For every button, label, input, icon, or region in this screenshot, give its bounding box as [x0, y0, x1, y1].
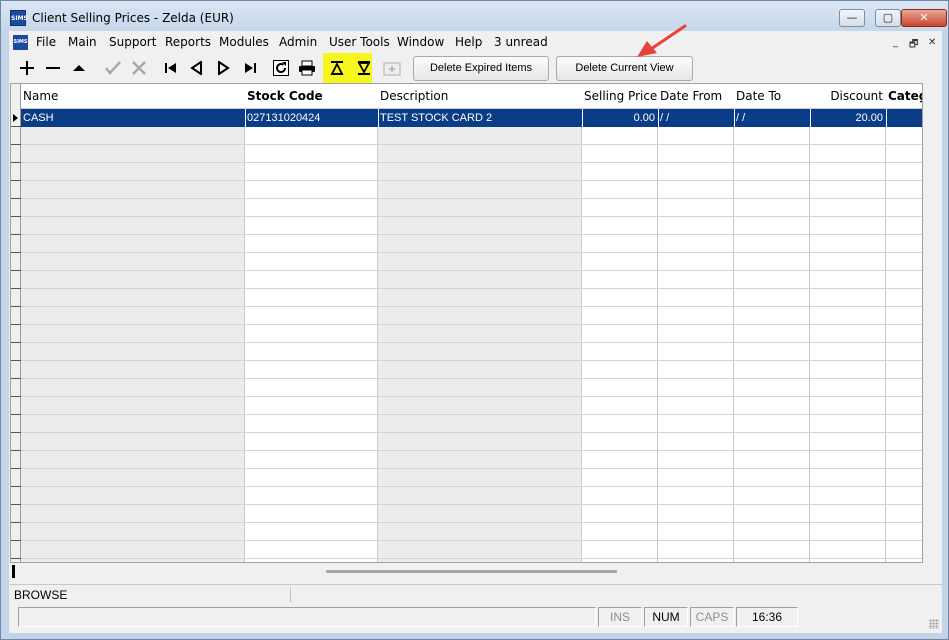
delete-expired-items-button[interactable]: Delete Expired Items — [413, 56, 549, 81]
toolbar: Delete Expired Items Delete Current View — [9, 53, 942, 83]
menu-file[interactable]: File — [36, 35, 56, 49]
status-ins: INS — [598, 607, 642, 627]
sims-menu-icon[interactable]: SIMS — [13, 35, 28, 50]
caret-up-icon — [73, 65, 85, 71]
window-title: Client Selling Prices - Zelda (EUR) — [32, 11, 234, 25]
prior-icon — [190, 61, 202, 75]
status-divider — [290, 587, 291, 602]
header-discount[interactable]: Discount — [810, 84, 886, 109]
print-button[interactable] — [297, 57, 317, 79]
status-time: 16:36 — [736, 607, 798, 627]
mdi-restore-button[interactable]: 🗗 — [909, 37, 918, 54]
cell-stock-code[interactable]: 027131020424 — [245, 109, 378, 127]
minimize-button[interactable]: — — [839, 9, 865, 27]
close-button[interactable]: ✕ — [901, 9, 947, 27]
cell-date-to[interactable]: / / — [734, 109, 810, 127]
horizontal-scrollbar[interactable] — [10, 563, 942, 580]
menu-unread[interactable]: 3 unread — [494, 35, 548, 49]
printer-icon — [299, 60, 315, 76]
check-icon — [105, 61, 121, 75]
cell-date-from[interactable]: / / — [658, 109, 734, 127]
header-selling-price[interactable]: Selling Price — [582, 84, 658, 109]
status-bar: INS NUM CAPS 16:36 — [10, 603, 942, 633]
next-record-button[interactable] — [213, 57, 233, 79]
header-description[interactable]: Description — [378, 84, 582, 109]
cell-description[interactable]: TEST STOCK CARD 2 — [378, 109, 582, 127]
client-area: SIMS File Main Support Reports Modules A… — [9, 31, 942, 633]
status-num: NUM — [644, 607, 688, 627]
mdi-close-button[interactable]: ✕ — [928, 37, 936, 48]
cell-category[interactable] — [886, 109, 922, 127]
status-caps: CAPS — [690, 607, 734, 627]
menu-user-tools[interactable]: User Tools — [329, 35, 390, 49]
next-icon — [218, 61, 230, 75]
first-icon — [165, 63, 176, 73]
prices-grid[interactable]: Name Stock Code Description Selling Pric… — [10, 83, 923, 563]
add-record-button[interactable] — [17, 57, 37, 79]
refresh-icon — [273, 60, 289, 76]
menu-main[interactable]: Main — [68, 35, 97, 49]
cancel-button[interactable] — [129, 57, 149, 79]
vertical-scroll-area[interactable] — [924, 83, 942, 563]
delete-record-button[interactable] — [43, 57, 63, 79]
indicator-gridlines — [11, 109, 21, 562]
header-name[interactable]: Name — [21, 84, 245, 109]
minus-icon — [46, 67, 60, 69]
horizontal-scroll-thumb[interactable] — [326, 570, 617, 573]
cell-name[interactable]: CASH — [21, 109, 245, 127]
edit-record-button[interactable] — [69, 57, 89, 79]
delete-current-view-button[interactable]: Delete Current View — [556, 56, 693, 81]
mode-status-bar: BROWSE — [10, 584, 942, 603]
mdi-minimize-button[interactable]: _ — [893, 37, 898, 48]
menu-bar: SIMS File Main Support Reports Modules A… — [9, 31, 942, 53]
header-date-to[interactable]: Date To — [734, 84, 810, 109]
sort-ascending-icon — [330, 61, 344, 75]
mode-status-text: BROWSE — [14, 588, 68, 602]
scroll-left-marker — [12, 565, 15, 578]
last-record-button[interactable] — [240, 57, 260, 79]
sort-ascending-button[interactable] — [327, 57, 347, 79]
current-row-pointer-icon — [13, 114, 18, 122]
menu-modules[interactable]: Modules — [219, 35, 269, 49]
menu-reports[interactable]: Reports — [165, 35, 211, 49]
plus-icon — [20, 61, 34, 75]
refresh-button[interactable] — [271, 57, 291, 79]
x-icon — [132, 61, 146, 75]
cell-selling-price[interactable]: 0.00 — [582, 109, 658, 127]
header-category[interactable]: Categ — [886, 84, 922, 109]
resize-grip-icon[interactable] — [929, 619, 939, 629]
menu-admin[interactable]: Admin — [279, 35, 317, 49]
row-indicator-column — [11, 84, 21, 562]
prior-record-button[interactable] — [187, 57, 207, 79]
post-button[interactable] — [103, 57, 123, 79]
menu-window[interactable]: Window — [397, 35, 444, 49]
title-bar[interactable]: SIMS Client Selling Prices - Zelda (EUR)… — [1, 1, 948, 31]
menu-help[interactable]: Help — [455, 35, 482, 49]
copy-record-button[interactable] — [382, 57, 402, 79]
cell-discount[interactable]: 20.00 — [810, 109, 886, 127]
sims-app-icon[interactable]: SIMS — [10, 10, 28, 26]
app-window: SIMS Client Selling Prices - Zelda (EUR)… — [0, 0, 949, 640]
status-message-panel — [18, 607, 596, 627]
copy-icon — [383, 62, 401, 76]
menu-support[interactable]: Support — [109, 35, 156, 49]
maximize-button[interactable]: ▢ — [875, 9, 901, 27]
last-icon — [245, 63, 256, 73]
row-gridlines — [21, 109, 922, 562]
header-stock-code[interactable]: Stock Code — [245, 84, 378, 109]
first-record-button[interactable] — [161, 57, 181, 79]
sort-descending-button[interactable] — [354, 57, 374, 79]
sort-descending-icon — [357, 61, 371, 75]
header-date-from[interactable]: Date From — [658, 84, 734, 109]
